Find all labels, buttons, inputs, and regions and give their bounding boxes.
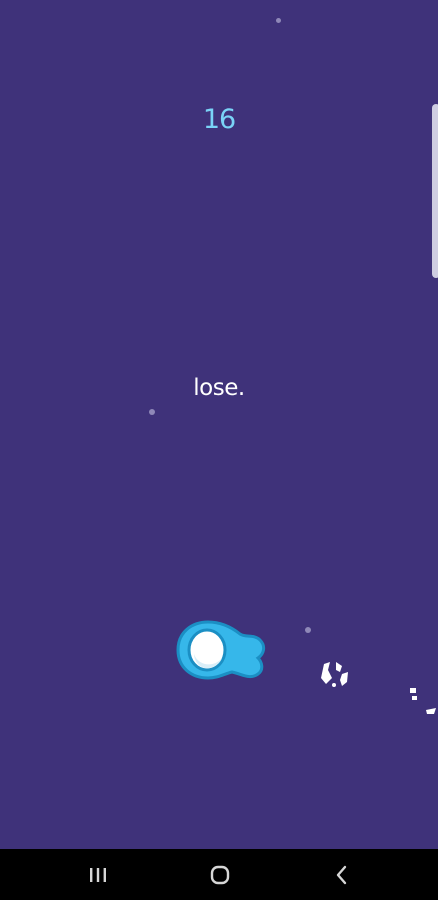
recent-apps-button[interactable] [78,859,118,891]
game-over-message: lose. [193,375,245,401]
game-stage[interactable]: 16 lose. [0,0,438,849]
star [149,409,155,415]
home-icon [210,865,230,885]
asteroid-fragment-icon [321,662,348,687]
score-counter: 16 [202,104,236,135]
star [276,18,281,23]
back-icon [336,865,347,885]
scrollbar[interactable] [432,104,438,278]
back-button[interactable] [322,859,362,891]
star [305,627,311,633]
asteroid-fragment-icon [410,688,436,714]
recent-apps-icon [90,868,106,882]
home-button[interactable] [200,859,240,891]
blue-astronaut-icon [176,620,266,680]
system-navigation-bar [0,849,438,900]
